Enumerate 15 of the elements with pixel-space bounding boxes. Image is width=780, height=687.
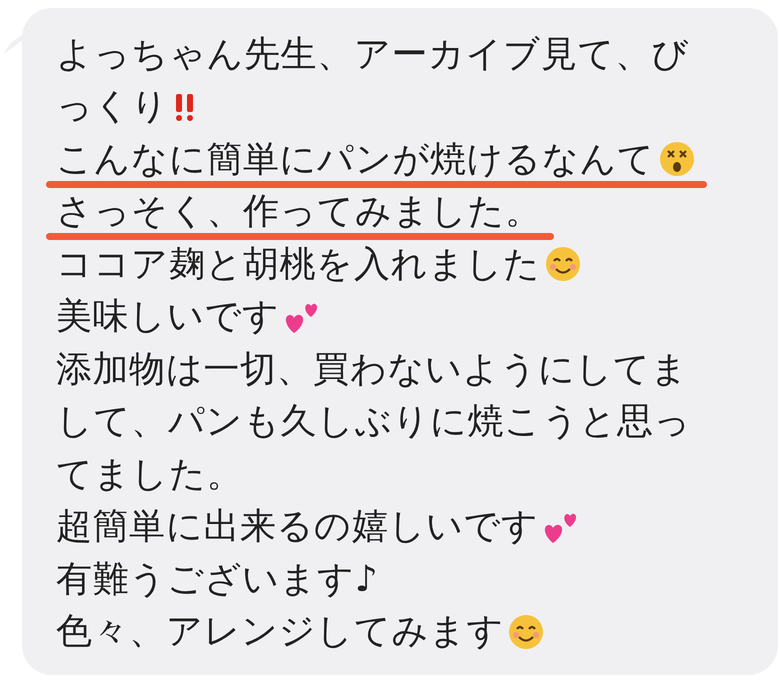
message-text: よっちゃん先生、アーカイブ見て、び (56, 32, 690, 77)
message-text: てました。 (56, 452, 243, 497)
message-text: して、パンも久しぶりに焼こうと思っ (56, 400, 692, 444)
message-text: 有難うございます♪ (56, 558, 378, 602)
message-text: ココア麹と胡桃を入れました (56, 242, 541, 287)
message-text: さっそく、作ってみました。 (56, 190, 542, 234)
smiling-face-icon (508, 614, 544, 650)
message-text: 超簡単に出来るの嬉しいです (56, 505, 539, 550)
message-text: こんなに簡単にパンが焼けるなんて (56, 138, 655, 182)
dizzy-face-icon (658, 141, 695, 178)
message-text: っくり (56, 85, 169, 130)
smiling-face-icon (544, 246, 581, 282)
message-text: 色々、アレンジしてみます (56, 610, 504, 654)
message-text: 添加物は一切、買わないようにしてま (56, 348, 688, 392)
message-text: 美味しいです (56, 295, 280, 340)
